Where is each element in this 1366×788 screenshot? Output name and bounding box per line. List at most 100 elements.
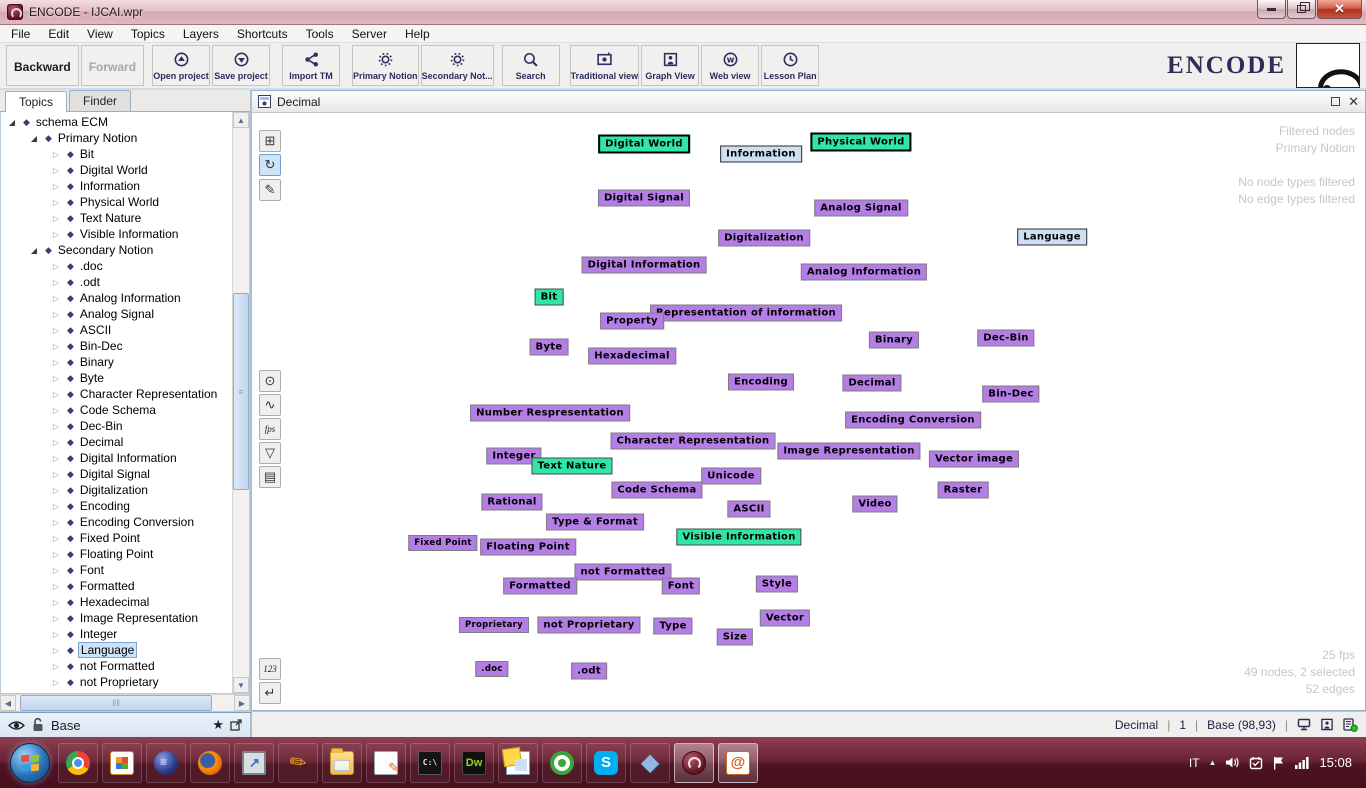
tree-item-digital-world[interactable]: ▷◆Digital World	[1, 162, 232, 178]
tree-item-fixed-point[interactable]: ▷◆Fixed Point	[1, 530, 232, 546]
node-enc[interactable]: Encoding	[728, 374, 794, 391]
node-pw[interactable]: Physical World	[810, 133, 911, 152]
numbers-tool-icon[interactable]: 123	[259, 658, 281, 680]
node-byte[interactable]: Byte	[530, 339, 569, 356]
collapsed-twist-icon[interactable]: ▷	[51, 486, 61, 495]
layer-lock-icon[interactable]	[32, 718, 44, 732]
chrome-taskbar-icon[interactable]	[58, 743, 98, 783]
audacity-taskbar-icon[interactable]	[278, 743, 318, 783]
tree-item-binary[interactable]: ▷◆Binary	[1, 354, 232, 370]
menu-shortcuts[interactable]: Shortcuts	[228, 26, 297, 42]
expanded-twist-icon[interactable]: ◢	[29, 134, 39, 143]
node-hex[interactable]: Hexadecimal	[588, 348, 676, 365]
tree-item-decimal[interactable]: ▷◆Decimal	[1, 434, 232, 450]
skype-taskbar-icon[interactable]: S	[586, 743, 626, 783]
tree-item-digitalization[interactable]: ▷◆Digitalization	[1, 482, 232, 498]
curve-tool-icon[interactable]: ∿	[259, 394, 281, 416]
node-tf[interactable]: Type & Format	[546, 514, 644, 531]
collapsed-twist-icon[interactable]: ▷	[51, 406, 61, 415]
menu-server[interactable]: Server	[343, 26, 396, 42]
menu-help[interactable]: Help	[396, 26, 439, 42]
tree-item-text-nature[interactable]: ▷◆Text Nature	[1, 210, 232, 226]
tree-item-digital-signal[interactable]: ▷◆Digital Signal	[1, 466, 232, 482]
tree-item-dec-bin[interactable]: ▷◆Dec-Bin	[1, 418, 232, 434]
node-ai[interactable]: Analog Information	[801, 264, 927, 281]
tree-horizontal-scrollbar[interactable]: ◀ ‖‖ ▶	[0, 694, 250, 711]
collapsed-twist-icon[interactable]: ▷	[51, 454, 61, 463]
menu-layers[interactable]: Layers	[174, 26, 228, 42]
menu-file[interactable]: File	[2, 26, 39, 42]
collapsed-twist-icon[interactable]: ▷	[51, 230, 61, 239]
node-prop[interactable]: Property	[600, 313, 664, 330]
node-dw[interactable]: Digital World	[598, 135, 690, 154]
node-info[interactable]: Information	[720, 146, 802, 163]
command-prompt-taskbar-icon[interactable]: C:\	[410, 743, 450, 783]
collapsed-twist-icon[interactable]: ▷	[51, 614, 61, 623]
tree-item-character-representation[interactable]: ▷◆Character Representation	[1, 386, 232, 402]
menu-topics[interactable]: Topics	[122, 26, 174, 42]
collapsed-twist-icon[interactable]: ▷	[51, 582, 61, 591]
secondary-notion-button[interactable]: Secondary Not...	[421, 45, 494, 86]
canvas-close-icon[interactable]: ✕	[1348, 97, 1359, 106]
tree-item-physical-world[interactable]: ▷◆Physical World	[1, 194, 232, 210]
collapsed-twist-icon[interactable]: ▷	[51, 390, 61, 399]
collapsed-twist-icon[interactable]: ▷	[51, 470, 61, 479]
node-style[interactable]: Style	[756, 576, 798, 593]
tree-item-integer[interactable]: ▷◆Integer	[1, 626, 232, 642]
node-vec[interactable]: Vector	[760, 610, 810, 627]
collapsed-twist-icon[interactable]: ▷	[51, 374, 61, 383]
tree-item-code-schema[interactable]: ▷◆Code Schema	[1, 402, 232, 418]
node-ascii[interactable]: ASCII	[727, 501, 770, 518]
tree-item-image-representation[interactable]: ▷◆Image Representation	[1, 610, 232, 626]
grid-app-taskbar-icon[interactable]	[102, 743, 142, 783]
tree-item-analog-information[interactable]: ▷◆Analog Information	[1, 290, 232, 306]
tree-item-language[interactable]: ▷◆Language	[1, 642, 232, 658]
tab-topics[interactable]: Topics	[5, 91, 67, 112]
scroll-down-icon[interactable]: ▼	[233, 677, 249, 693]
node-pry[interactable]: Proprietary	[459, 617, 529, 633]
tree-item-floating-point[interactable]: ▷◆Floating Point	[1, 546, 232, 562]
collapsed-twist-icon[interactable]: ▷	[51, 662, 61, 671]
encode-app-taskbar-icon[interactable]	[674, 743, 714, 783]
tree-item--odt[interactable]: ▷◆.odt	[1, 274, 232, 290]
collapsed-twist-icon[interactable]: ▷	[51, 326, 61, 335]
start-button[interactable]	[10, 743, 50, 783]
tree-item-bit[interactable]: ▷◆Bit	[1, 146, 232, 162]
tree-item-encoding[interactable]: ▷◆Encoding	[1, 498, 232, 514]
search-button[interactable]: Search	[502, 45, 560, 86]
collapsed-twist-icon[interactable]: ▷	[51, 678, 61, 687]
scroll-up-icon[interactable]: ▲	[233, 112, 249, 128]
clock[interactable]: 15:08	[1319, 755, 1352, 770]
node-size[interactable]: Size	[717, 629, 753, 646]
screen-capture-taskbar-icon[interactable]: @	[718, 743, 758, 783]
collapsed-twist-icon[interactable]: ▷	[51, 166, 61, 175]
graph-view-button[interactable]: Graph View	[641, 45, 699, 86]
dreamweaver-taskbar-icon[interactable]: Dw	[454, 743, 494, 783]
layer-visibility-eye-icon[interactable]	[8, 720, 25, 731]
collapsed-twist-icon[interactable]: ▷	[51, 198, 61, 207]
language-indicator[interactable]: IT	[1189, 756, 1200, 770]
node-ds[interactable]: Digital Signal	[598, 190, 690, 207]
hidden-icons-chevron[interactable]: ▲	[1209, 758, 1217, 767]
volume-icon[interactable]	[1225, 756, 1240, 769]
collapsed-twist-icon[interactable]: ▷	[51, 342, 61, 351]
tree-item-encoding-conversion[interactable]: ▷◆Encoding Conversion	[1, 514, 232, 530]
traditional-view-button[interactable]: Traditional view	[570, 45, 640, 86]
lesson-plan-button[interactable]: Lesson Plan	[761, 45, 819, 86]
eclipse-taskbar-icon[interactable]	[146, 743, 186, 783]
tree-item-information[interactable]: ▷◆Information	[1, 178, 232, 194]
expanded-twist-icon[interactable]: ◢	[7, 118, 17, 127]
openproj-taskbar-icon[interactable]	[542, 743, 582, 783]
node-ras[interactable]: Raster	[938, 482, 989, 499]
collapsed-twist-icon[interactable]: ▷	[51, 598, 61, 607]
node-fxp[interactable]: Fixed Point	[408, 535, 477, 551]
tree-item-schema-ecm[interactable]: ◢◆schema ECM	[1, 114, 232, 130]
node-ec[interactable]: Encoding Conversion	[845, 412, 981, 429]
collapsed-twist-icon[interactable]: ▷	[51, 566, 61, 575]
collapsed-twist-icon[interactable]: ▷	[51, 630, 61, 639]
node-fmt[interactable]: Formatted	[503, 578, 577, 595]
action-center-flag-icon[interactable]	[1272, 756, 1285, 770]
tree-item-secondary-notion[interactable]: ◢◆Secondary Notion	[1, 242, 232, 258]
node-bit[interactable]: Bit	[535, 289, 564, 306]
node-npry[interactable]: not Proprietary	[537, 617, 640, 634]
